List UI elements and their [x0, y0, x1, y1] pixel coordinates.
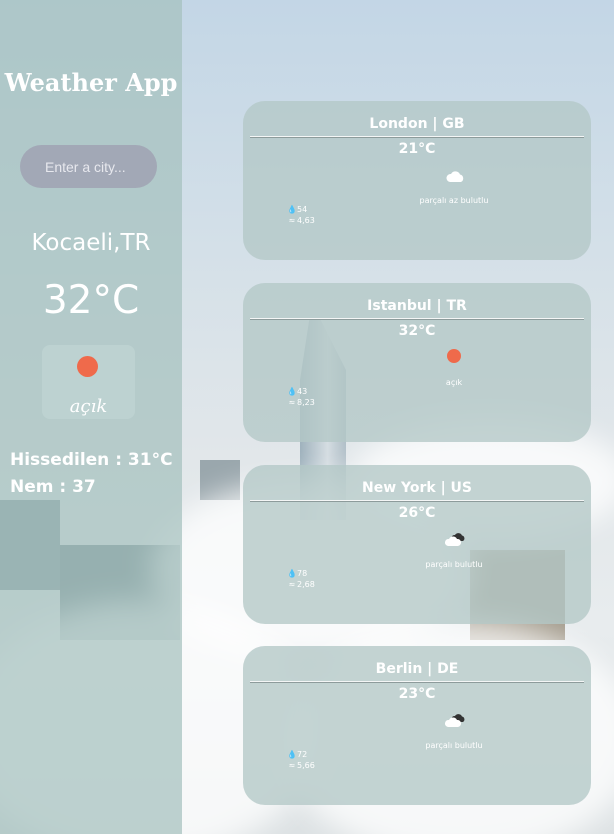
card-humidity: 💧78 — [287, 569, 308, 578]
card-temperature: 23°C — [398, 686, 436, 702]
droplet-icon: 💧 — [287, 205, 297, 214]
card-title: New York | US — [361, 480, 473, 496]
card-title: Istanbul | TR — [367, 298, 467, 314]
divider — [250, 136, 584, 138]
broken-clouds-icon — [445, 714, 465, 727]
card-wind: ≈5,66 — [288, 761, 315, 770]
feels-like: Hissedilen : 31°C — [10, 450, 173, 470]
current-description: açık — [69, 396, 108, 417]
card-temperature: 21°C — [398, 141, 436, 157]
card-temperature: 26°C — [398, 505, 436, 521]
droplet-icon: 💧 — [287, 750, 297, 759]
city-card-berlin[interactable]: Berlin | DE 23°C parçalı bulutlu 💧72 ≈5,… — [243, 646, 591, 805]
card-humidity: 💧72 — [287, 750, 308, 759]
wind-icon: ≈ — [288, 216, 296, 225]
city-search-input[interactable] — [20, 145, 157, 188]
sun-icon — [447, 349, 461, 363]
card-title: Berlin | DE — [375, 661, 459, 677]
wind-icon: ≈ — [288, 398, 296, 407]
divider — [250, 500, 584, 502]
sidebar: Weather App Kocaeli,TR 32°C açık Hissedi… — [0, 0, 182, 834]
cloud-icon — [446, 171, 464, 182]
card-description: parçalı az bulutlu — [419, 196, 489, 205]
card-title: London | GB — [369, 116, 465, 132]
card-humidity: 💧43 — [287, 387, 308, 396]
app-title: Weather App — [4, 68, 178, 97]
wind-icon: ≈ — [288, 761, 296, 770]
city-card-istanbul[interactable]: Istanbul | TR 32°C açık 💧43 ≈8,23 — [243, 283, 591, 442]
droplet-icon: 💧 — [287, 569, 297, 578]
current-temperature: 32°C — [42, 278, 140, 323]
city-card-new-york[interactable]: New York | US 26°C parçalı bulutlu 💧78 ≈… — [243, 465, 591, 624]
card-wind: ≈8,23 — [288, 398, 315, 407]
card-temperature: 32°C — [398, 323, 436, 339]
divider — [250, 681, 584, 683]
card-description: parçalı bulutlu — [425, 560, 483, 569]
card-humidity: 💧54 — [287, 205, 308, 214]
humidity: Nem : 37 — [10, 477, 96, 497]
divider — [250, 318, 584, 320]
current-city: Kocaeli,TR — [31, 230, 151, 256]
wind-icon: ≈ — [288, 580, 296, 589]
card-wind: ≈2,68 — [288, 580, 315, 589]
broken-clouds-icon — [445, 533, 465, 546]
card-description: parçalı bulutlu — [425, 741, 483, 750]
droplet-icon: 💧 — [287, 387, 297, 396]
card-wind: ≈4,63 — [288, 216, 315, 225]
city-card-london[interactable]: London | GB 21°C parçalı az bulutlu 💧54 … — [243, 101, 591, 260]
card-description: açık — [445, 378, 463, 387]
sun-icon — [77, 356, 98, 377]
